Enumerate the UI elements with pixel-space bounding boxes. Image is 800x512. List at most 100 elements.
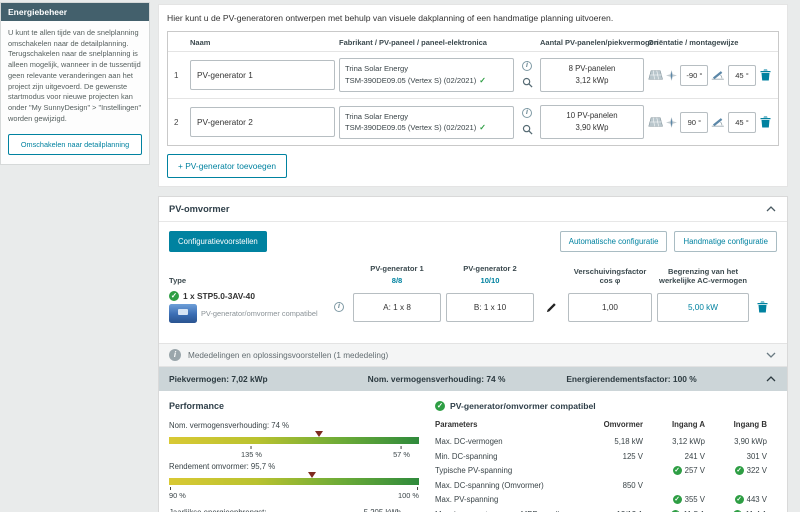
ac-limit-field[interactable]: 5,00 kW (657, 292, 749, 322)
compass-icon (666, 69, 678, 81)
panel-count-text: 8 PV-panelen (568, 64, 616, 73)
trash-icon (760, 69, 771, 81)
parameter-row: Typische PV-spanning ✓ 257 V ✓ 322 V (435, 466, 767, 476)
check-circle-icon: ✓ (734, 466, 744, 476)
chevron-down-icon (765, 351, 777, 359)
col-header-gen2: PV-generator 2 10/10 (446, 264, 534, 285)
magnifier-icon (522, 125, 533, 135)
roof-icon (648, 117, 663, 127)
app-root: Energiebeheer U kunt te allen tijde van … (0, 0, 800, 512)
info-icon[interactable]: i (522, 108, 532, 119)
delete-generator-button[interactable] (759, 115, 772, 129)
gauge2-tick-max: 100 % (398, 487, 419, 500)
search-panel-button[interactable] (521, 123, 534, 136)
tilt-field[interactable]: 45 ° (727, 111, 756, 133)
parameter-row: Max. DC-spanning (Omvormer) 850 V (435, 480, 643, 490)
inverter-toolbar: Configuratievoorstellen Automatische con… (169, 231, 777, 253)
generator-table: Naam Fabrikant / PV-paneel / paneel-elek… (167, 31, 779, 147)
switch-to-detail-planning-button[interactable]: Omschakelen naar detailplanning (8, 133, 142, 155)
add-generator-button[interactable]: + PV-generator toevoegen (167, 154, 288, 179)
generator-row: 1 PV-generator 1 Trina Solar Energy TSM-… (168, 51, 778, 98)
parameter-row: Min. DC-spanning 125 V 241 V 301 V (435, 451, 767, 461)
gen1-string-count: 8/8 (391, 276, 403, 286)
inverter-section-title: PV-omvormer (169, 204, 230, 215)
sidebar-title: Energiebeheer (1, 3, 149, 21)
info-icon[interactable]: i (522, 61, 532, 72)
cos-phi-field[interactable]: 1,00 (568, 292, 652, 322)
delete-generator-button[interactable] (759, 68, 772, 82)
collapse-section-button[interactable] (765, 205, 777, 213)
sidebar-energy-management: Energiebeheer U kunt te allen tijde van … (0, 2, 150, 165)
summary-nominal-ratio: Nom. vermogensverhouding: 74 % (367, 374, 506, 385)
sidebar-description: U kunt te allen tijde van de snelplannin… (8, 28, 142, 123)
configuration-proposals-button[interactable]: Configuratievoorstellen (169, 231, 267, 253)
parameters-header-row: Parameters Omvormer Ingang A Ingang B In… (435, 420, 767, 430)
input-b-config-field[interactable]: B: 1 x 10 (446, 292, 534, 322)
azimuth-field[interactable]: -90 ° (680, 64, 709, 86)
check-circle-icon: ✓ (169, 291, 179, 302)
col-header-ac-limit: Begrenzing van het werkelijke AC-vermoge… (659, 267, 747, 286)
input-a-config-field[interactable]: A: 1 x 8 (353, 292, 441, 322)
main-content: Hier kunt u de PV-generatoren ontwerpen … (150, 0, 800, 512)
collapse-summary-button[interactable] (765, 375, 777, 383)
results-panel: Performance Nom. vermogensverhouding: 74… (159, 391, 787, 512)
intro-text: Hier kunt u de PV-generatoren ontwerpen … (167, 13, 614, 23)
inverter-type-select[interactable]: ✓ 1 x STP5.0-3AV-40 PV-generator/omvorme… (169, 291, 329, 324)
messages-bar[interactable]: i Mededelingen en oplossingsvoorstellen … (159, 343, 787, 368)
performance-stats: Jaarlijkse energieopbrengst:5.205 kWh Sp… (169, 508, 419, 512)
panel-count-text: 10 PV-panelen (566, 111, 618, 121)
panel-select-field[interactable]: Trina Solar Energy TSM-390DE09.05 (Verte… (339, 105, 514, 139)
info-icon[interactable]: i (334, 302, 344, 313)
chevron-up-icon (766, 376, 776, 382)
tilt-icon (712, 118, 725, 127)
manual-configuration-button[interactable]: Handmatige configuratie (674, 231, 777, 253)
inverter-config-row: ✓ 1 x STP5.0-3AV-40 PV-generator/omvorme… (169, 291, 777, 324)
gauge-marker (307, 472, 316, 479)
pencil-icon (546, 303, 556, 312)
edit-configuration-button[interactable] (539, 301, 563, 314)
gauge2-tick-min: 90 % (169, 487, 186, 500)
gauge1-label: Nom. vermogensverhouding: 74 % (169, 421, 290, 431)
gauge2-label: Rendement omvormer: 95,7 % (169, 462, 276, 472)
compatibility-text: PV-generator/omvormer compatibel (450, 401, 596, 412)
panel-count-box: 10 PV-panelen 3,90 kWp (540, 105, 644, 140)
check-circle-icon: ✓ (672, 495, 682, 505)
parameter-row: Max. PV-spanning ✓ 355 V ✓ 443 V (435, 495, 767, 505)
generator-name-field[interactable]: PV-generator 2 (190, 107, 335, 138)
row-index: 1 (174, 70, 179, 80)
row-index: 2 (174, 117, 179, 127)
inverter-type-text: 1 x STP5.0-3AV-40 (183, 291, 255, 302)
automatic-configuration-button[interactable]: Automatische configuratie (559, 231, 668, 253)
col-header-orientation: Oriëntatie / montagewijze (648, 38, 739, 47)
search-panel-button[interactable] (521, 76, 534, 89)
compass-icon (666, 116, 678, 128)
chevron-up-icon (766, 206, 776, 212)
trash-icon (760, 116, 771, 128)
nominal-ratio-gauge (169, 431, 419, 446)
azimuth-field[interactable]: 90 ° (680, 111, 709, 133)
generator-table-header: Naam Fabrikant / PV-paneel / paneel-elek… (168, 32, 778, 51)
col-header-type: Type (169, 276, 187, 286)
gen2-string-count: 10/10 (480, 276, 500, 286)
parameters-panel: ✓ PV-generator/omvormer compatibel Param… (435, 401, 787, 512)
inverter-compat-text: PV-generator/omvormer compatibel (201, 309, 318, 319)
check-circle-icon: ✓ (435, 401, 445, 412)
roof-icon (648, 70, 663, 80)
col-header-count: Aantal PV-panelen/piekvermogen (540, 38, 659, 47)
orientation-cell: 90 ° 45 ° (648, 111, 772, 133)
delete-inverter-button[interactable] (754, 300, 770, 314)
gauge1-tick-upper: 135 % (241, 446, 262, 459)
check-icon: ✓ (479, 75, 486, 85)
messages-text: Mededelingen en oplossingsvoorstellen (1… (188, 350, 389, 360)
panel-model-text: TSM-390DE09.05 (Vertex S) (02/2021) (345, 75, 477, 85)
panel-count-box: 8 PV-panelen 3,12 kWp (540, 58, 644, 93)
tilt-field[interactable]: 45 ° (727, 64, 756, 86)
generator-name-field[interactable]: PV-generator 1 (190, 60, 335, 91)
orientation-cell: -90 ° 45 ° (648, 64, 772, 86)
col-header-manufacturer: Fabrikant / PV-paneel / paneel-elektroni… (339, 38, 487, 47)
col-header-name: Naam (190, 38, 211, 47)
col-header-cos-phi: Verschuivingsfactor cos φ (573, 267, 647, 286)
panel-select-field[interactable]: Trina Solar Energy TSM-390DE09.05 (Verte… (339, 58, 514, 92)
peak-power-text: 3,90 kWp (575, 123, 609, 133)
trash-icon (757, 301, 767, 313)
